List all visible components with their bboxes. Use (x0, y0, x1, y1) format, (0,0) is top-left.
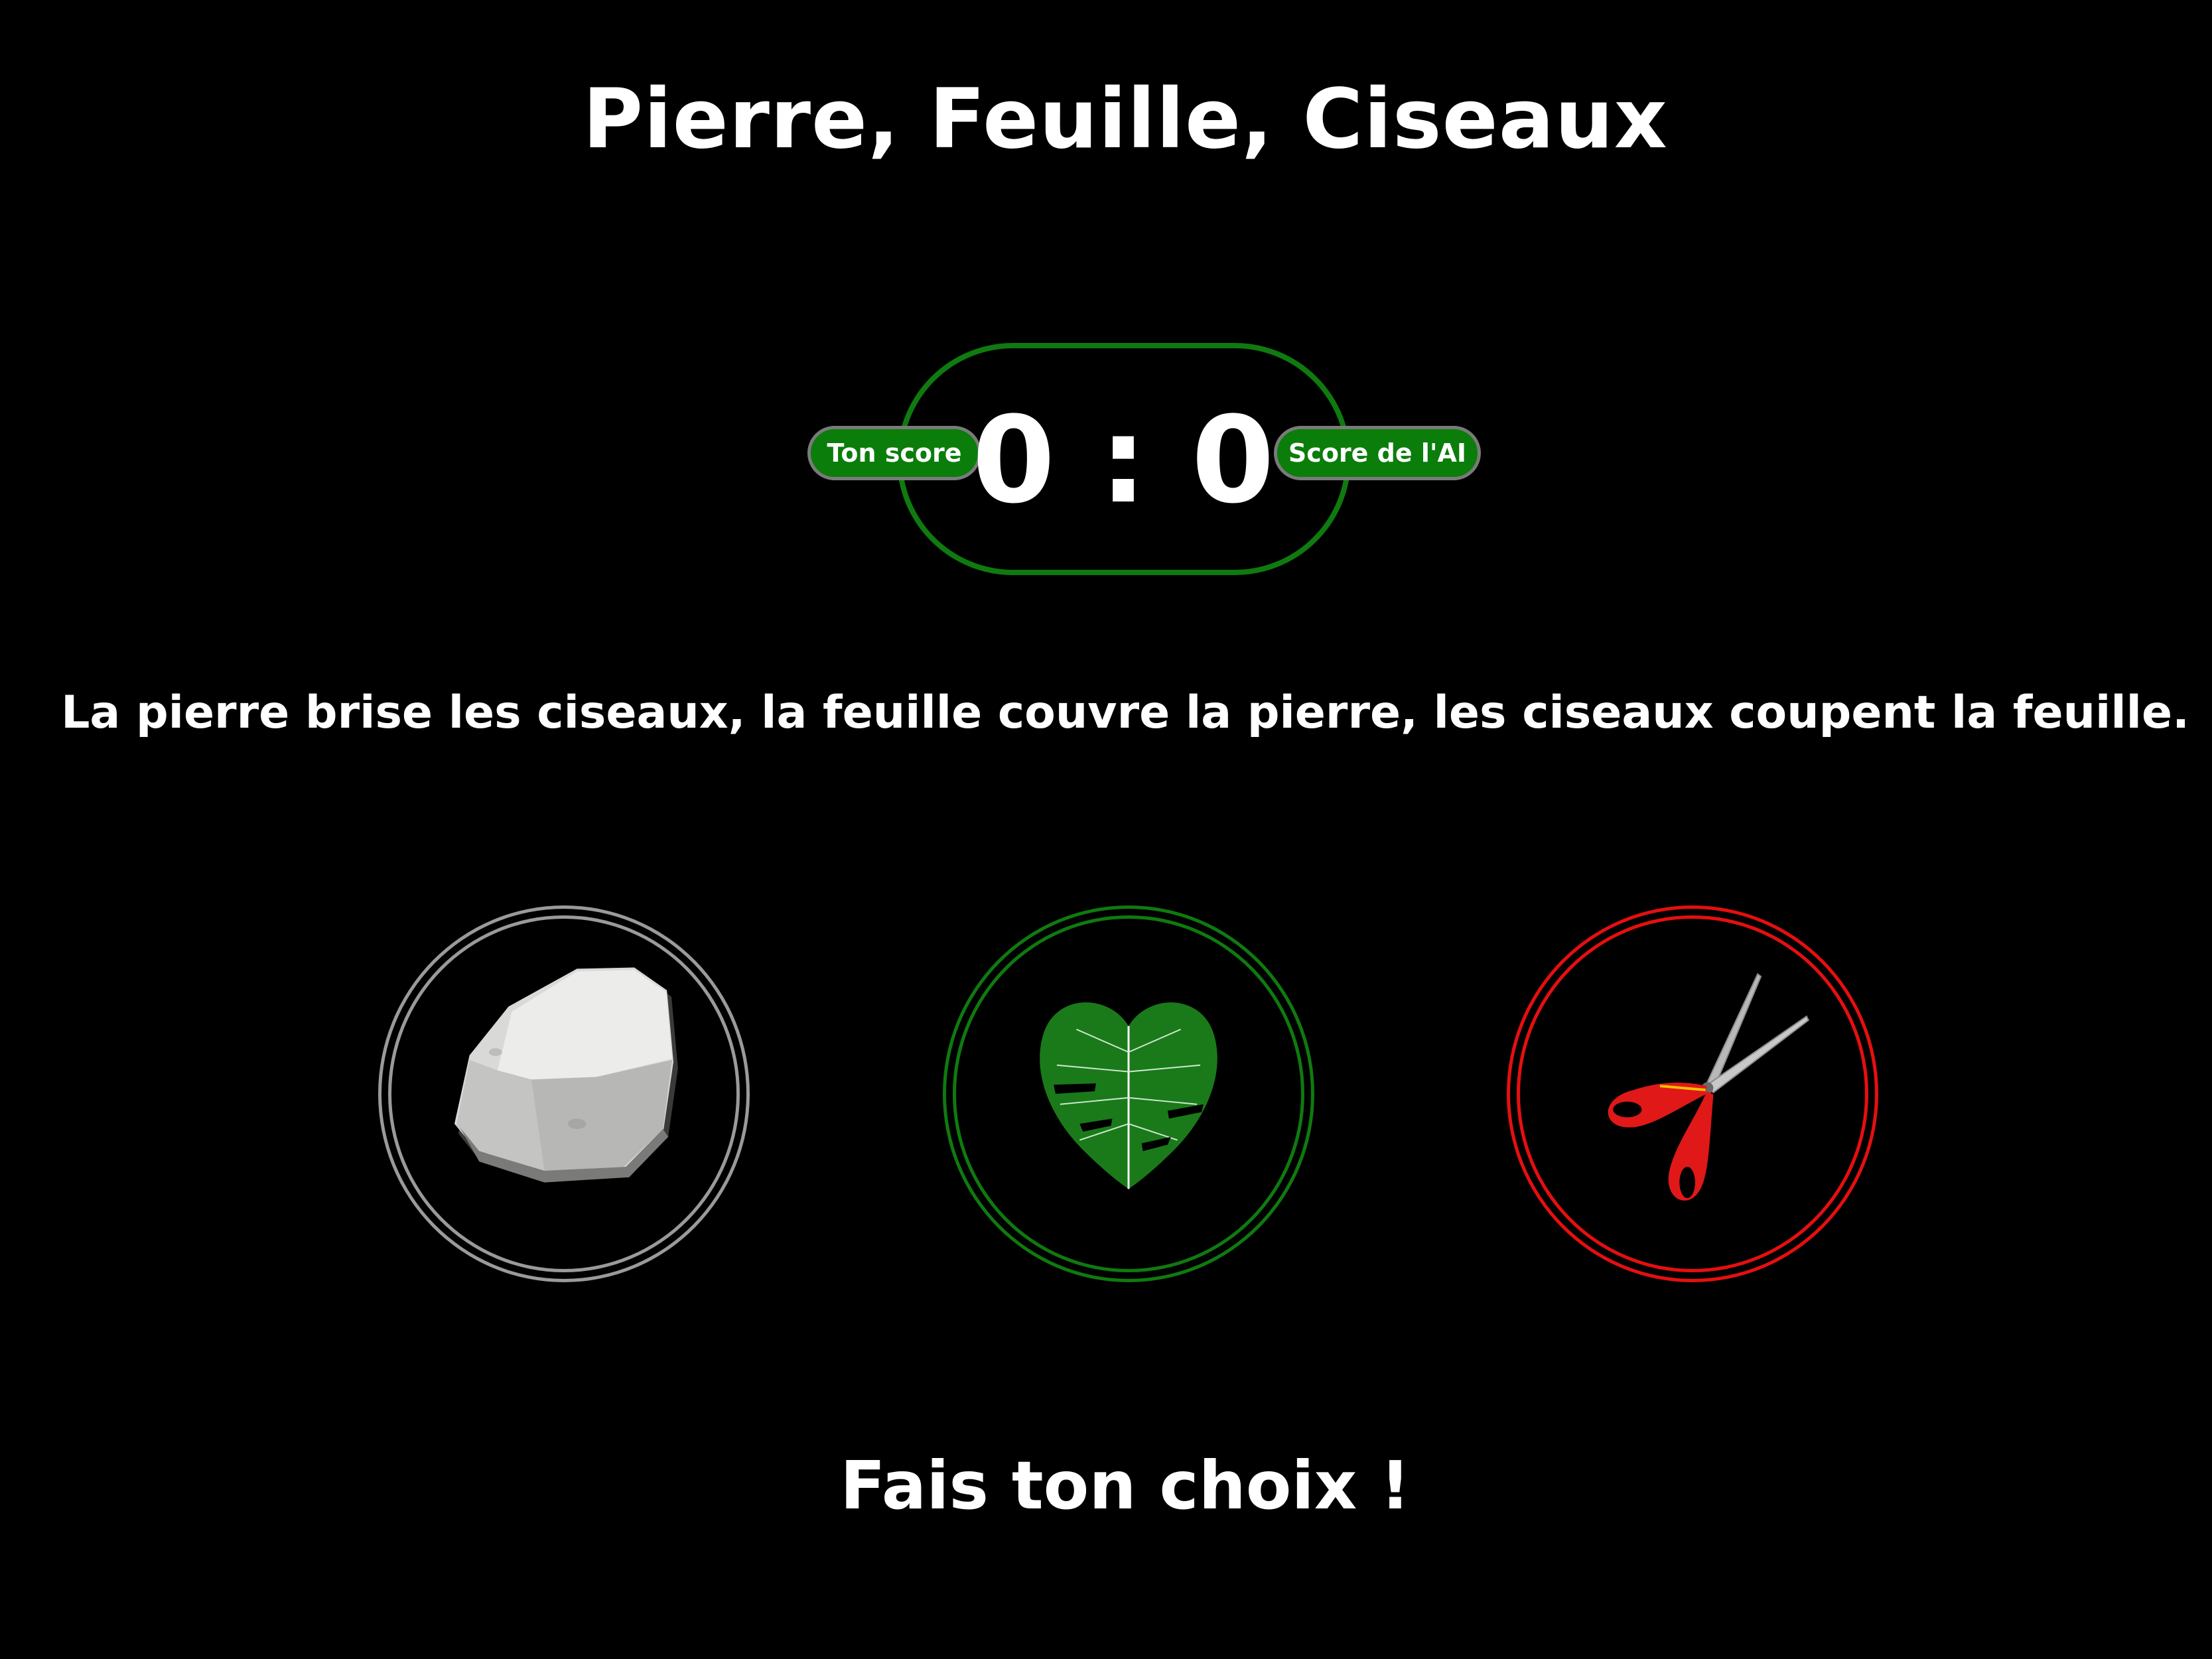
choose-prompt: Fais ton choix ! (840, 1447, 1411, 1524)
rules-text: La pierre brise les ciseaux, la feuille … (61, 687, 2189, 739)
rock-choice-button[interactable] (378, 905, 750, 1282)
scissors-icon (1608, 972, 1810, 1201)
paper-choice-button[interactable] (943, 905, 1314, 1282)
game-title: Pierre, Feuille, Ciseaux (583, 72, 1668, 167)
leaf-icon (1040, 1002, 1217, 1189)
ai-score-label: Score de l'AI (1274, 426, 1481, 480)
rock-icon (454, 967, 678, 1183)
scissors-choice-button[interactable] (1507, 905, 1878, 1282)
